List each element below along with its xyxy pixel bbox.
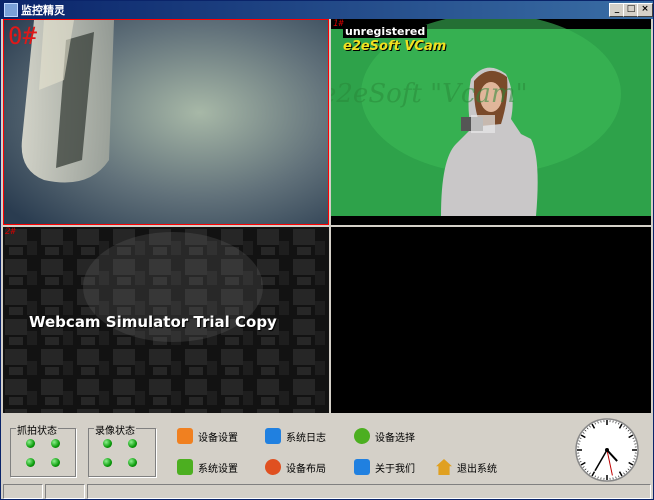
home-icon — [436, 459, 452, 475]
system-settings-button[interactable]: 系统设置 — [177, 457, 238, 477]
video-pane-1[interactable]: unregistered e2eSoft VCam e2eSoft "Vcam"… — [331, 19, 651, 225]
analog-clock — [575, 418, 639, 482]
record-led-2 — [128, 439, 137, 448]
record-led-4 — [128, 458, 137, 467]
vcam-overlay: e2eSoft VCam — [343, 39, 447, 54]
device-settings-label: 设备设置 — [198, 432, 238, 444]
device-layout-button[interactable]: 设备布局 — [261, 455, 326, 479]
exit-system-button[interactable]: 退出系统 — [436, 457, 497, 477]
unregistered-overlay: unregistered — [343, 25, 428, 38]
status-cell-2 — [45, 484, 85, 499]
record-status-title: 录像状态 — [94, 422, 136, 437]
camera-feed-0 — [4, 20, 328, 224]
video-pane-2[interactable]: Webcam Simulator Trial Copy 2# — [3, 227, 329, 413]
capture-status-group: 抓拍状态 — [10, 422, 76, 477]
video-pane-0[interactable]: 0# — [3, 19, 329, 225]
window-title: 监控精灵 — [21, 4, 65, 17]
device-layout-label: 设备布局 — [286, 463, 326, 475]
vcam-watermark: e2eSoft "Vcam" — [331, 79, 528, 109]
main-window: 监控精灵 _ □ × 0# unregistered e2eSoft VCam … — [0, 0, 654, 500]
capture-status-title: 抓拍状态 — [16, 422, 58, 437]
system-log-label: 系统日志 — [286, 432, 326, 444]
device-select-label: 设备选择 — [375, 432, 415, 444]
rss-icon — [177, 459, 193, 475]
status-bar — [1, 483, 653, 499]
rss-icon — [177, 428, 193, 444]
control-panel: 抓拍状态 录像状态 设备设置 系统日志 设备选择 系统设置 设备布局 关于我们 … — [1, 415, 653, 483]
pane-label-0: 0# — [8, 22, 37, 50]
pane-label-2: 2# — [5, 227, 16, 237]
app-icon — [4, 3, 18, 17]
close-button[interactable]: × — [637, 3, 653, 17]
video-pane-3[interactable] — [331, 227, 651, 413]
record-led-3 — [103, 458, 112, 467]
title-bar[interactable]: 监控精灵 _ □ × — [1, 1, 653, 19]
capture-led-4 — [51, 458, 60, 467]
device-settings-button[interactable]: 设备设置 — [177, 426, 238, 446]
info-icon — [354, 459, 370, 475]
tag-icon — [261, 455, 285, 479]
plug-icon — [350, 424, 374, 448]
system-log-button[interactable]: 系统日志 — [265, 426, 326, 446]
status-cell-3 — [87, 484, 651, 499]
trial-overlay: Webcam Simulator Trial Copy — [29, 313, 277, 331]
device-select-button[interactable]: 设备选择 — [350, 424, 415, 448]
record-status-group: 录像状态 — [88, 422, 156, 477]
rss-icon — [265, 428, 281, 444]
capture-led-1 — [26, 439, 35, 448]
video-grid: 0# unregistered e2eSoft VCam e2eSoft "Vc… — [3, 19, 653, 415]
capture-led-2 — [51, 439, 60, 448]
about-us-button[interactable]: 关于我们 — [354, 457, 415, 477]
record-led-1 — [103, 439, 112, 448]
pane-label-1: 1# — [333, 19, 344, 29]
status-cell-1 — [3, 484, 43, 499]
capture-led-3 — [26, 458, 35, 467]
about-us-label: 关于我们 — [375, 463, 415, 475]
system-settings-label: 系统设置 — [198, 463, 238, 475]
exit-system-label: 退出系统 — [457, 463, 497, 475]
